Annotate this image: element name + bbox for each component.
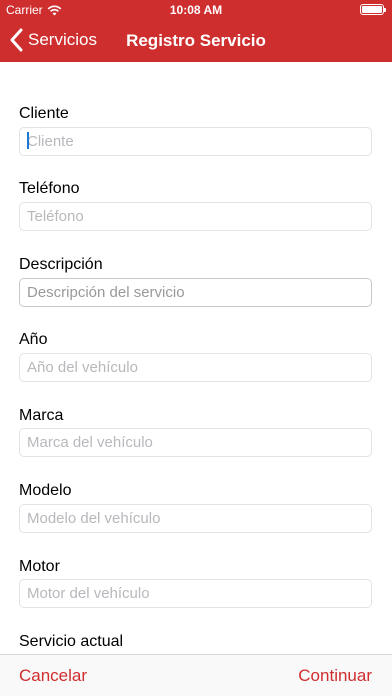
- marca-input[interactable]: [19, 428, 372, 457]
- motor-input[interactable]: [19, 579, 372, 608]
- telefono-input[interactable]: [19, 202, 372, 231]
- label-cliente: Cliente: [19, 105, 69, 122]
- service-form: Cliente Teléfono Descripción Año Marca M…: [0, 62, 392, 654]
- continue-button[interactable]: Continuar: [298, 666, 372, 686]
- label-modelo: Modelo: [19, 482, 72, 499]
- text-cursor: [27, 132, 29, 149]
- bottom-toolbar: Cancelar Continuar: [0, 654, 392, 696]
- modelo-input[interactable]: [19, 504, 372, 533]
- label-motor: Motor: [19, 558, 60, 575]
- status-time: 10:08 AM: [169, 3, 223, 17]
- label-marca: Marca: [19, 407, 64, 424]
- label-telefono: Teléfono: [19, 180, 80, 197]
- label-descripcion: Descripción: [19, 256, 103, 273]
- status-bar: Carrier 10:08 AM: [0, 0, 392, 20]
- navigation-bar: Servicios Registro Servicio: [0, 20, 392, 62]
- page-title: Registro Servicio: [126, 31, 266, 50]
- cliente-input[interactable]: [19, 127, 372, 156]
- descripcion-input[interactable]: [19, 278, 372, 307]
- label-anio: Año: [19, 331, 48, 348]
- battery-icon: [360, 4, 386, 15]
- cancel-button[interactable]: Cancelar: [19, 666, 87, 686]
- label-servicio-actual: Servicio actual: [19, 633, 124, 650]
- anio-input[interactable]: [19, 353, 372, 382]
